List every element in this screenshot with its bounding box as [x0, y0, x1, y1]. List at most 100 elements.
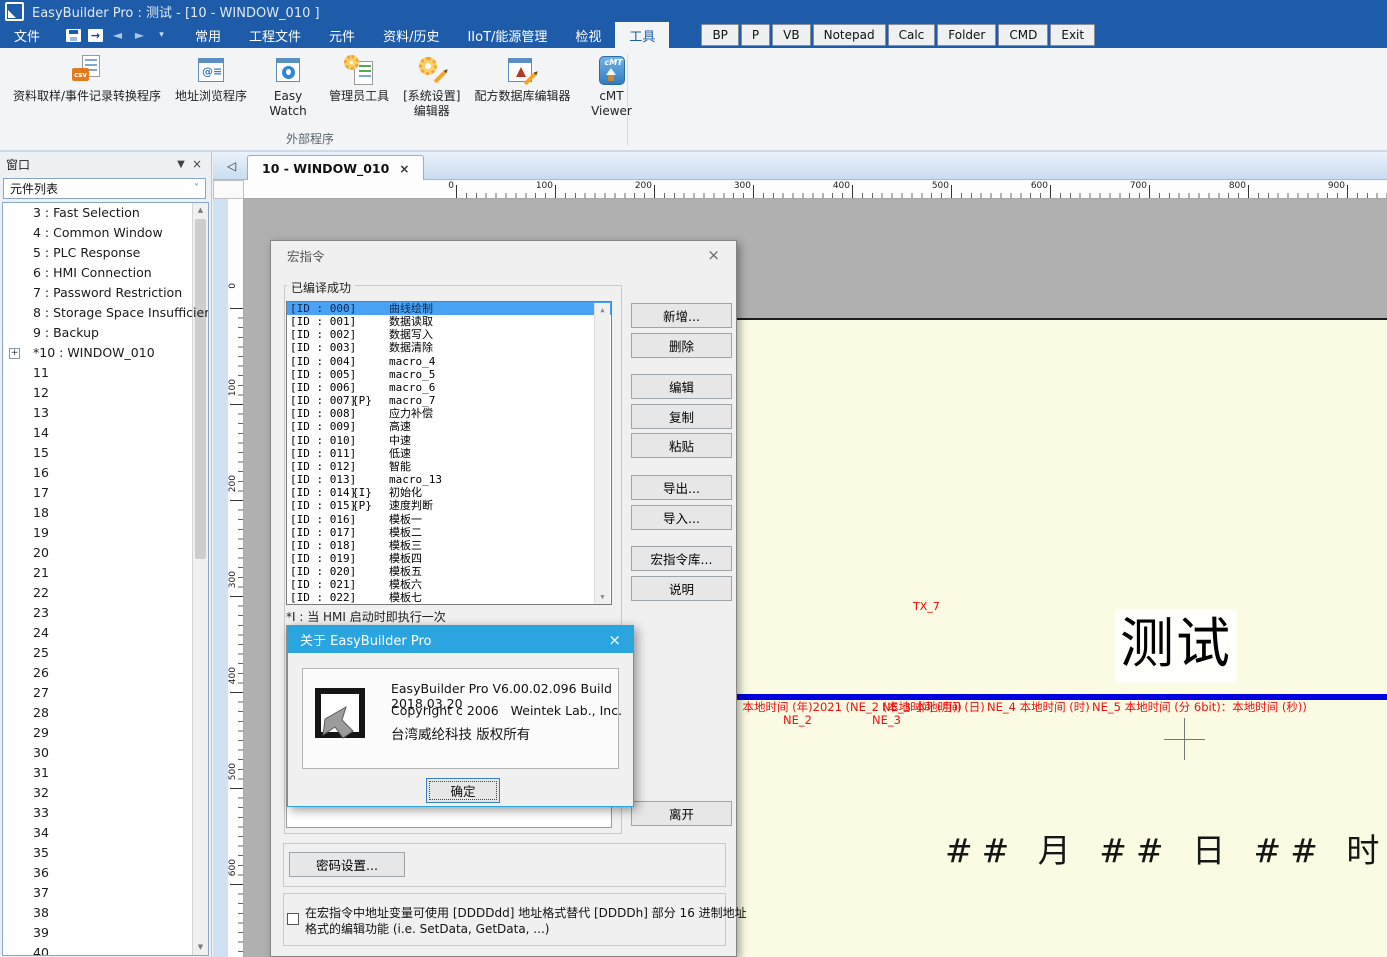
menu-item-5[interactable]: 资料/历史	[369, 22, 453, 48]
tree-item-24[interactable]: 24	[3, 623, 208, 643]
macro-item-6[interactable]: [ID : 006]macro_6	[287, 381, 611, 394]
scroll-down-icon[interactable]: ▼	[595, 590, 610, 604]
macro-item-20[interactable]: [ID : 020]模板五	[287, 565, 611, 578]
tree-item-8[interactable]: 8 : Storage Space Insufficier	[3, 303, 208, 323]
tree-item-21[interactable]: 21	[3, 563, 208, 583]
panel-menu-icon[interactable]: ▼	[173, 159, 189, 170]
macro-item-0[interactable]: [ID : 000]曲线绘制	[287, 302, 611, 315]
macro-dialog-titlebar[interactable]: 宏指令 ×	[271, 241, 736, 269]
exit-button[interactable]: 离开	[631, 801, 732, 826]
text-object-title[interactable]: 测试	[1115, 609, 1237, 683]
tree-item-27[interactable]: 27	[3, 683, 208, 703]
ribbon-tool-3[interactable]: EasyWatch	[254, 52, 322, 122]
menu-item-4[interactable]: 元件	[315, 22, 369, 48]
tree-item-16[interactable]: 16	[3, 463, 208, 483]
macro-item-5[interactable]: [ID : 005]macro_5	[287, 368, 611, 381]
import-button[interactable]: 导入...	[631, 505, 732, 530]
tree-item-17[interactable]: 17	[3, 483, 208, 503]
tree-item-28[interactable]: 28	[3, 703, 208, 723]
external-button-folder[interactable]: Folder	[937, 24, 996, 46]
copy-button[interactable]: 复制	[631, 404, 732, 429]
menu-item-7[interactable]: 检视	[561, 22, 615, 48]
tree-item-9[interactable]: 9 : Backup	[3, 323, 208, 343]
external-button-notepad[interactable]: Notepad	[813, 24, 886, 46]
menu-item-3[interactable]: 工程文件	[235, 22, 315, 48]
macro-item-10[interactable]: [ID : 010]中速	[287, 434, 611, 447]
macro-item-15[interactable]: [ID : 015]{P}速度判断	[287, 499, 611, 512]
about-dialog-close-icon[interactable]: ×	[608, 631, 621, 649]
macro-item-1[interactable]: [ID : 001]数据读取	[287, 315, 611, 328]
macro-item-14[interactable]: [ID : 014]{I}初始化	[287, 486, 611, 499]
tree-item-19[interactable]: 19	[3, 523, 208, 543]
ribbon-tool-6[interactable]: 配方数据库编辑器	[467, 52, 577, 107]
macro-item-4[interactable]: [ID : 004]macro_4	[287, 355, 611, 368]
macro-list-scrollbar[interactable]: ▲ ▼	[594, 303, 610, 604]
tab-nav-left-icon[interactable]: ◁	[227, 159, 236, 173]
tree-item-23[interactable]: 23	[3, 603, 208, 623]
scroll-up-icon[interactable]: ▲	[595, 303, 610, 317]
export-button[interactable]: 导出...	[631, 475, 732, 500]
address-format-checkbox[interactable]	[287, 913, 299, 925]
tree-item-22[interactable]: 22	[3, 583, 208, 603]
quick-access-caret-icon[interactable]: ▾	[154, 29, 169, 42]
tree-item-29[interactable]: 29	[3, 723, 208, 743]
ribbon-tool-7[interactable]: cMTcMTViewer	[577, 52, 645, 122]
tree-item-34[interactable]: 34	[3, 823, 208, 843]
macro-item-7[interactable]: [ID : 007]{P}macro_7	[287, 394, 611, 407]
tree-item-18[interactable]: 18	[3, 503, 208, 523]
expander-icon[interactable]: +	[9, 348, 20, 359]
macro-item-9[interactable]: [ID : 009]高速	[287, 420, 611, 433]
compile-icon[interactable]: →	[88, 29, 103, 42]
menu-item-6[interactable]: IIoT/能源管理	[453, 22, 561, 48]
tree-item-14[interactable]: 14	[3, 423, 208, 443]
datetime-object[interactable]: ## 月 ## 日 ## 时 ## 分 ## 秒	[945, 824, 1387, 872]
undo-icon[interactable]: ◄	[110, 29, 125, 42]
external-button-calc[interactable]: Calc	[888, 24, 936, 46]
edit-button[interactable]: 编辑	[631, 374, 732, 399]
tree-item-37[interactable]: 37	[3, 883, 208, 903]
macro-item-18[interactable]: [ID : 018]模板三	[287, 539, 611, 552]
help-button[interactable]: 说明	[631, 576, 732, 601]
macro-item-8[interactable]: [ID : 008]应力补偿	[287, 407, 611, 420]
ribbon-tool-1[interactable]: csv资料取样/事件记录转换程序	[6, 52, 168, 107]
menu-item-1[interactable]: 文件	[0, 22, 54, 48]
tree-item-10[interactable]: +*10 : WINDOW_010	[3, 343, 208, 363]
macro-library-button[interactable]: 宏指令库...	[631, 546, 732, 571]
tree-item-5[interactable]: 5 : PLC Response	[3, 243, 208, 263]
macro-item-2[interactable]: [ID : 002]数据写入	[287, 328, 611, 341]
tree-item-25[interactable]: 25	[3, 643, 208, 663]
external-button-vb[interactable]: VB	[772, 24, 810, 46]
ribbon-tool-2[interactable]: @≡地址浏览程序	[168, 52, 254, 107]
macro-item-22[interactable]: [ID : 022]模板七	[287, 591, 611, 604]
macro-item-11[interactable]: [ID : 011]低速	[287, 447, 611, 460]
tree-item-31[interactable]: 31	[3, 763, 208, 783]
object-list-combobox[interactable]: 元件列表 ˅	[3, 178, 206, 199]
tree-item-40[interactable]: 40	[3, 943, 208, 956]
external-button-p[interactable]: P	[741, 24, 770, 46]
paste-button[interactable]: 粘贴	[631, 433, 732, 458]
external-button-cmd[interactable]: CMD	[998, 24, 1048, 46]
macro-item-17[interactable]: [ID : 017]模板二	[287, 526, 611, 539]
tab-window-010[interactable]: 10 - WINDOW_010 ×	[247, 155, 424, 181]
tree-item-13[interactable]: 13	[3, 403, 208, 423]
tree-item-32[interactable]: 32	[3, 783, 208, 803]
password-settings-button[interactable]: 密码设置...	[289, 852, 405, 877]
tree-item-20[interactable]: 20	[3, 543, 208, 563]
macro-item-13[interactable]: [ID : 013]macro_13	[287, 473, 611, 486]
tree-item-6[interactable]: 6 : HMI Connection	[3, 263, 208, 283]
menu-item-8[interactable]: 工具	[615, 22, 669, 48]
external-button-bp[interactable]: BP	[701, 24, 738, 46]
macro-item-21[interactable]: [ID : 021]模板六	[287, 578, 611, 591]
tree-item-30[interactable]: 30	[3, 743, 208, 763]
add-button[interactable]: 新增...	[631, 303, 732, 328]
tree-item-12[interactable]: 12	[3, 383, 208, 403]
tree-item-38[interactable]: 38	[3, 903, 208, 923]
ribbon-tool-5[interactable]: [系统设置]编辑器	[396, 52, 467, 122]
ok-button[interactable]: 确定	[426, 778, 500, 803]
tree-item-11[interactable]: 11	[3, 363, 208, 383]
tab-close-icon[interactable]: ×	[399, 162, 409, 176]
save-icon[interactable]	[66, 29, 81, 42]
macro-dialog-close-icon[interactable]: ×	[707, 246, 720, 264]
tree-item-3[interactable]: 3 : Fast Selection	[3, 203, 208, 223]
tree-item-36[interactable]: 36	[3, 863, 208, 883]
